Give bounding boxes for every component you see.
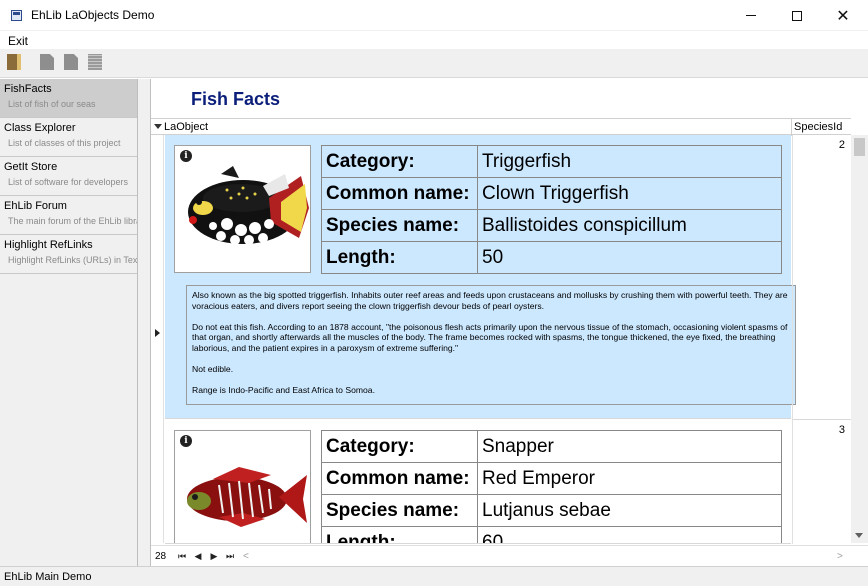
fact-key: Species name: [321,494,478,527]
splitter[interactable] [138,79,150,566]
sidebar-item-subtitle: List of classes of this project [8,138,121,148]
table-row[interactable]: i Category: Snapper Common name: Red Emp… [165,420,791,544]
scroll-right-icon[interactable]: > [837,551,843,562]
prev-record-icon[interactable]: ◀ [193,551,203,561]
sidebar: FishFacts List of fish of our seas Class… [0,79,138,566]
fact-row: Species name: Lutjanus sebae [321,494,782,527]
row-indicator-column [151,135,164,543]
status-bar: EhLib Main Demo [0,566,868,586]
current-row-pointer-icon [155,329,160,337]
fact-key: Length: [321,241,478,274]
window-title: EhLib LaObjects Demo [31,8,155,22]
fact-row: Common name: Red Emperor [321,462,782,495]
maximize-button[interactable] [774,0,820,31]
maximize-icon [792,10,802,21]
sidebar-item-title: FishFacts [4,83,52,95]
species-id-cell[interactable]: 3 [792,420,851,544]
minimize-icon [746,15,756,16]
fact-row: Length: 50 [321,241,782,274]
last-record-icon[interactable]: ⏭ [225,551,235,561]
first-record-icon[interactable]: ⏮ [177,551,187,561]
sidebar-item-subtitle: Highlight RefLinks (URLs) in Text [8,255,137,265]
app-icon [11,10,22,21]
fact-row: Category: Snapper [321,430,782,463]
fact-value[interactable]: Red Emperor [477,462,782,495]
fact-key: Category: [321,145,478,178]
sidebar-item-getit-store[interactable]: GetIt Store List of software for develop… [0,157,137,196]
fish-image-frame: i [174,430,311,543]
main-content: Fish Facts LaObject SpeciesId i Category… [150,79,868,566]
document-icon[interactable] [64,54,78,70]
record-count: 28 [155,551,167,562]
title-bar: EhLib LaObjects Demo ✕ [0,0,868,31]
fish-facts-table: Category: Triggerfish Common name: Clown… [321,145,782,274]
fish-notes-memo[interactable]: Also known as the big spotted triggerfis… [186,285,796,405]
notes-paragraph: Do not eat this fish. According to an 18… [192,321,788,353]
grid-header: LaObject SpeciesId [151,118,851,136]
sidebar-item-subtitle: The main forum of the EhLib library [8,216,137,226]
column-divider[interactable] [791,119,792,136]
table-row[interactable]: i Category: Triggerfish Common name: Clo… [165,135,796,419]
sidebar-item-subtitle: List of fish of our seas [8,99,96,109]
red-emperor-image [187,467,307,527]
menu-bar: Exit [0,31,868,49]
fact-value[interactable]: 60 [477,526,782,543]
dropdown-arrow-icon[interactable] [154,124,162,129]
sidebar-item-title: Class Explorer [4,122,76,134]
fact-value[interactable]: Ballistoides conspicillum [477,209,782,242]
grid-icon[interactable] [88,54,102,70]
sidebar-item-title: GetIt Store [4,161,58,173]
fact-value[interactable]: 50 [477,241,782,274]
vertical-scrollbar[interactable] [851,135,868,543]
sidebar-item-class-explorer[interactable]: Class Explorer List of classes of this p… [0,118,137,157]
fact-row: Length: 60 [321,526,782,543]
fact-key: Common name: [321,177,478,210]
column-header-laobject[interactable]: LaObject [164,121,208,133]
sidebar-item-highlight-reflinks[interactable]: Highlight RefLinks Highlight RefLinks (U… [0,235,137,274]
fact-key: Category: [321,430,478,463]
info-icon[interactable]: i [180,435,192,447]
column-header-speciesid[interactable]: SpeciesId [794,121,842,133]
clown-triggerfish-image [188,166,309,245]
fact-value[interactable]: Clown Triggerfish [477,177,782,210]
sidebar-item-title: EhLib Forum [4,200,67,212]
notes-paragraph: Also known as the big spotted triggerfis… [192,290,788,311]
close-button[interactable]: ✕ [820,0,866,31]
record-navigator: 28 ⏮ ◀ ▶ ⏭ < > [151,545,868,566]
fact-row: Category: Triggerfish [321,145,782,178]
fact-value[interactable]: Lutjanus sebae [477,494,782,527]
toolbar [0,49,868,78]
notes-paragraph: Range is Indo-Pacific and East Africa to… [192,384,375,395]
notes-paragraph: Not edible. [192,363,234,374]
fact-row: Common name: Clown Triggerfish [321,177,782,210]
next-record-icon[interactable]: ▶ [209,551,219,561]
close-icon: ✕ [836,7,850,25]
sidebar-item-subtitle: List of software for developers [8,177,129,187]
status-text: EhLib Main Demo [4,571,92,583]
sidebar-item-ehlib-forum[interactable]: EhLib Forum The main forum of the EhLib … [0,196,137,235]
minimize-button[interactable] [728,0,774,31]
fact-row: Species name: Ballistoides conspicillum [321,209,782,242]
document-icon[interactable] [40,54,54,70]
sidebar-item-fishfacts[interactable]: FishFacts List of fish of our seas [0,79,137,118]
sidebar-item-title: Highlight RefLinks [4,239,93,251]
exit-icon[interactable] [7,54,21,70]
scrollbar-thumb[interactable] [854,138,865,156]
fish-image-frame: i [174,145,311,273]
fact-key: Species name: [321,209,478,242]
scroll-left-icon[interactable]: < [243,551,249,562]
fact-key: Length: [321,526,478,543]
fact-key: Common name: [321,462,478,495]
scroll-down-icon[interactable] [855,533,863,538]
info-icon[interactable]: i [180,150,192,162]
species-id-cell[interactable]: 2 [792,135,851,420]
menu-item-exit[interactable]: Exit [8,34,28,48]
fact-value[interactable]: Snapper [477,430,782,463]
page-title: Fish Facts [191,89,281,109]
fact-value[interactable]: Triggerfish [477,145,782,178]
fish-facts-table: Category: Snapper Common name: Red Emper… [321,430,782,543]
